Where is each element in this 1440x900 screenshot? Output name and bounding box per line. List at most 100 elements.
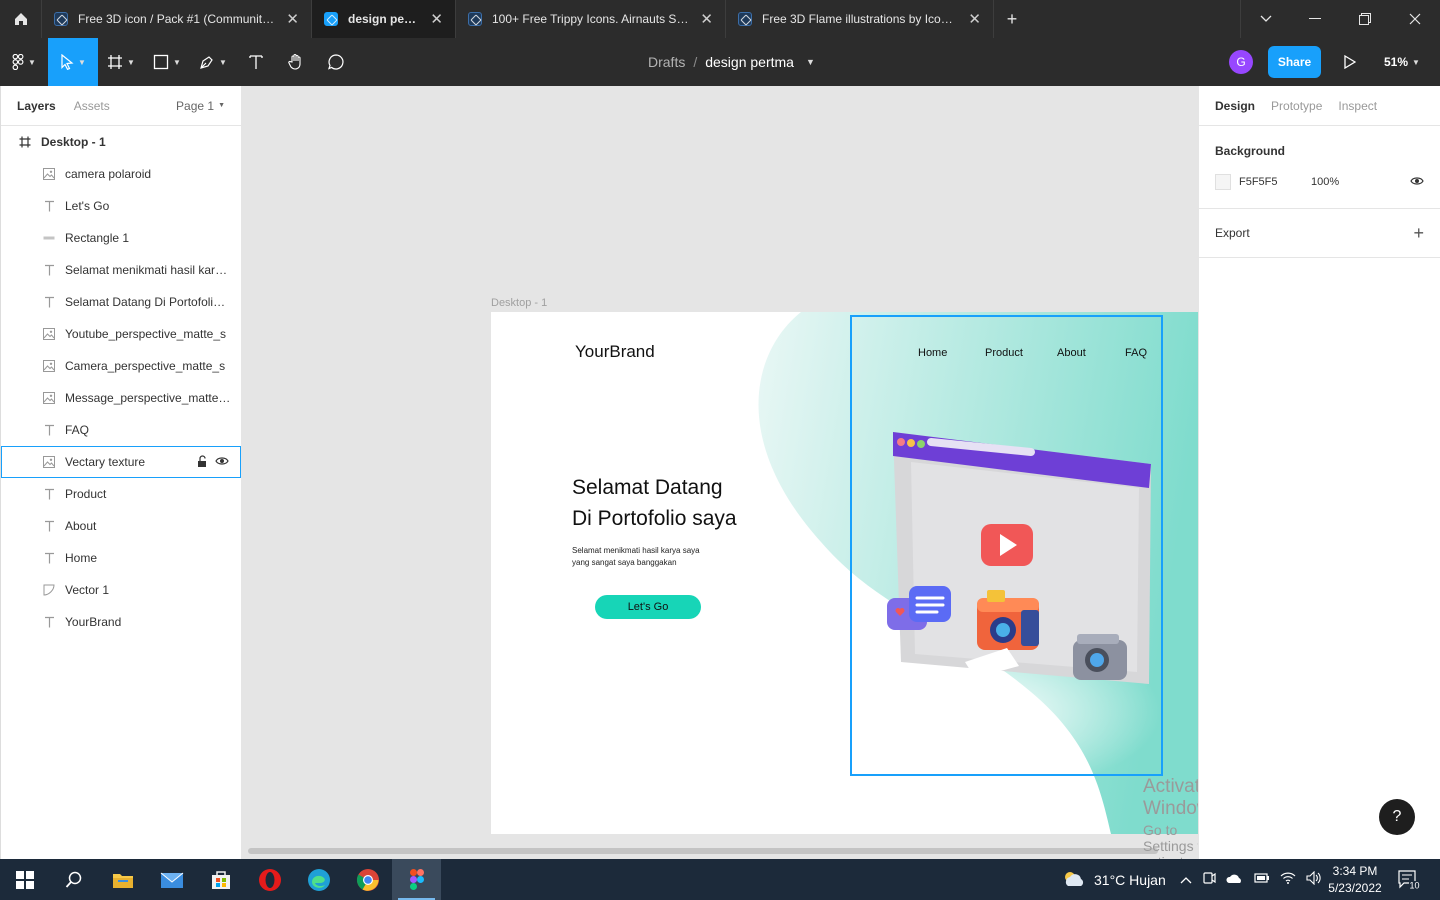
hero-title-line-2: Di Portofolio saya	[572, 507, 737, 530]
selection-box[interactable]	[850, 315, 1163, 776]
home-tab[interactable]	[0, 0, 42, 38]
unlock-icon[interactable]	[197, 454, 207, 470]
restore-button[interactable]	[1340, 0, 1390, 38]
export-section: Export +	[1199, 209, 1440, 258]
system-tray	[1180, 859, 1322, 900]
close-tab-icon[interactable]: ✕	[700, 12, 713, 27]
tab-prototype[interactable]: Prototype	[1271, 99, 1322, 113]
tab-free-3d-icon[interactable]: Free 3D icon / Pack #1 (Community)... ✕	[42, 0, 312, 38]
layer-row[interactable]: YourBrand	[1, 606, 241, 638]
weather-widget[interactable]: 31°C Hujan	[1062, 859, 1166, 900]
chevron-up-icon[interactable]	[1180, 873, 1192, 887]
wifi-icon[interactable]	[1280, 872, 1296, 887]
layer-row[interactable]: Selamat Datang Di Portofolio saya	[1, 286, 241, 318]
opera-app[interactable]	[245, 859, 294, 900]
frame-tool[interactable]: ▼	[98, 38, 144, 86]
start-button[interactable]	[0, 859, 49, 900]
layer-row[interactable]: Rectangle 1	[1, 222, 241, 254]
page-selector[interactable]: Page 1 ▼	[176, 99, 225, 113]
layer-name: Selamat Datang Di Portofolio saya	[65, 295, 231, 309]
file-explorer-app[interactable]	[98, 859, 147, 900]
hand-tool[interactable]	[276, 38, 316, 86]
chrome-icon	[356, 868, 379, 891]
layer-row[interactable]: Youtube_perspective_matte_s	[1, 318, 241, 350]
onedrive-icon[interactable]	[1226, 872, 1244, 887]
comment-tool[interactable]	[316, 38, 356, 86]
zoom-dropdown[interactable]: 51% ▼	[1384, 38, 1420, 86]
tab-design-pertma[interactable]: design pertma ✕	[312, 0, 456, 38]
background-section: Background F5F5F5 100%	[1199, 126, 1440, 209]
close-tab-icon[interactable]: ✕	[286, 12, 299, 27]
layer-row[interactable]: camera polaroid	[1, 158, 241, 190]
frame-icon	[19, 136, 31, 148]
text-icon	[249, 55, 263, 69]
color-swatch[interactable]	[1215, 174, 1231, 190]
close-tab-icon[interactable]: ✕	[968, 12, 981, 27]
chevron-down-icon: ▼	[219, 57, 227, 67]
tab-design[interactable]: Design	[1215, 99, 1255, 113]
text-tool[interactable]	[236, 38, 276, 86]
shape-tool[interactable]: ▼	[144, 38, 190, 86]
figma-app[interactable]	[392, 859, 441, 900]
layer-row[interactable]: Vectary texture	[1, 446, 241, 478]
bg-opacity-value[interactable]: 100%	[1311, 176, 1339, 188]
tab-trippy-icons[interactable]: 100+ Free Trippy Icons. Airnauts Stu... …	[456, 0, 726, 38]
layer-row[interactable]: About	[1, 510, 241, 542]
eye-icon[interactable]	[215, 455, 229, 469]
layers-panel: Layers Assets Page 1 ▼ Desktop - 1 camer…	[0, 86, 242, 859]
clock[interactable]: 3:34 PM 5/23/2022	[1322, 863, 1388, 897]
frame-label[interactable]: Desktop - 1	[491, 297, 547, 309]
breadcrumb-drafts[interactable]: Drafts	[648, 54, 685, 70]
close-window-button[interactable]	[1390, 0, 1440, 38]
edge-app[interactable]	[294, 859, 343, 900]
layer-row[interactable]: Vector 1	[1, 574, 241, 606]
bg-hex-value[interactable]: F5F5F5	[1239, 176, 1303, 188]
tab-flame-illustrations[interactable]: Free 3D Flame illustrations by Icons... …	[726, 0, 994, 38]
tab-layers[interactable]: Layers	[17, 99, 56, 113]
layer-row[interactable]: Let's Go	[1, 190, 241, 222]
file-name[interactable]: design pertma	[705, 54, 794, 70]
layer-row[interactable]: Product	[1, 478, 241, 510]
search-button[interactable]	[49, 859, 98, 900]
avatar[interactable]: G	[1229, 50, 1253, 74]
text-layer-icon	[43, 520, 55, 532]
battery-icon[interactable]	[1254, 872, 1270, 887]
share-button[interactable]: Share	[1268, 46, 1321, 78]
minimize-button[interactable]	[1290, 0, 1340, 38]
pen-tool[interactable]: ▼	[190, 38, 236, 86]
chrome-app[interactable]	[343, 859, 392, 900]
tab-list-chevron-icon[interactable]	[1240, 0, 1290, 38]
tab-inspect[interactable]: Inspect	[1338, 99, 1377, 113]
help-button[interactable]: ?	[1379, 799, 1415, 835]
main-menu-button[interactable]: ▼	[0, 38, 48, 86]
store-app[interactable]	[196, 859, 245, 900]
chevron-down-icon: ▼	[127, 57, 135, 67]
horizontal-scrollbar[interactable]	[248, 848, 1158, 854]
layer-frame-desktop[interactable]: Desktop - 1	[1, 126, 241, 158]
layer-row[interactable]: Camera_perspective_matte_s	[1, 350, 241, 382]
eye-icon[interactable]	[1410, 175, 1424, 189]
chevron-down-icon[interactable]: ▼	[806, 57, 815, 67]
layer-row[interactable]: FAQ	[1, 414, 241, 446]
left-panel-tabs: Layers Assets Page 1 ▼	[1, 86, 241, 126]
canvas[interactable]: Desktop - 1 YourBrand Home Product About…	[242, 86, 1198, 859]
present-button[interactable]	[1338, 50, 1362, 74]
move-tool[interactable]: ▼	[48, 38, 98, 86]
mail-app[interactable]	[147, 859, 196, 900]
meet-now-icon[interactable]	[1202, 871, 1216, 888]
new-tab-button[interactable]: +	[994, 0, 1030, 38]
layer-row[interactable]: Selamat menikmati hasil karya saya yang …	[1, 254, 241, 286]
image-layer-icon	[43, 360, 55, 372]
layer-row[interactable]: Home	[1, 542, 241, 574]
folder-icon	[112, 873, 133, 888]
image-layer-icon	[43, 328, 55, 340]
speaker-icon[interactable]	[1306, 870, 1322, 888]
layer-row[interactable]: Message_perspective_matte_s	[1, 382, 241, 414]
notification-center-icon[interactable]: 10	[1398, 870, 1420, 893]
close-tab-icon[interactable]: ✕	[430, 12, 443, 27]
add-export-icon[interactable]: +	[1413, 223, 1424, 244]
artboard-desktop[interactable]: YourBrand Home Product About FAQ Selamat…	[491, 312, 1198, 834]
breadcrumb: Drafts / design pertma ▼	[648, 38, 815, 86]
hero-sub-line-1: Selamat menikmati hasil karya saya	[572, 546, 700, 555]
tab-assets[interactable]: Assets	[74, 99, 110, 113]
